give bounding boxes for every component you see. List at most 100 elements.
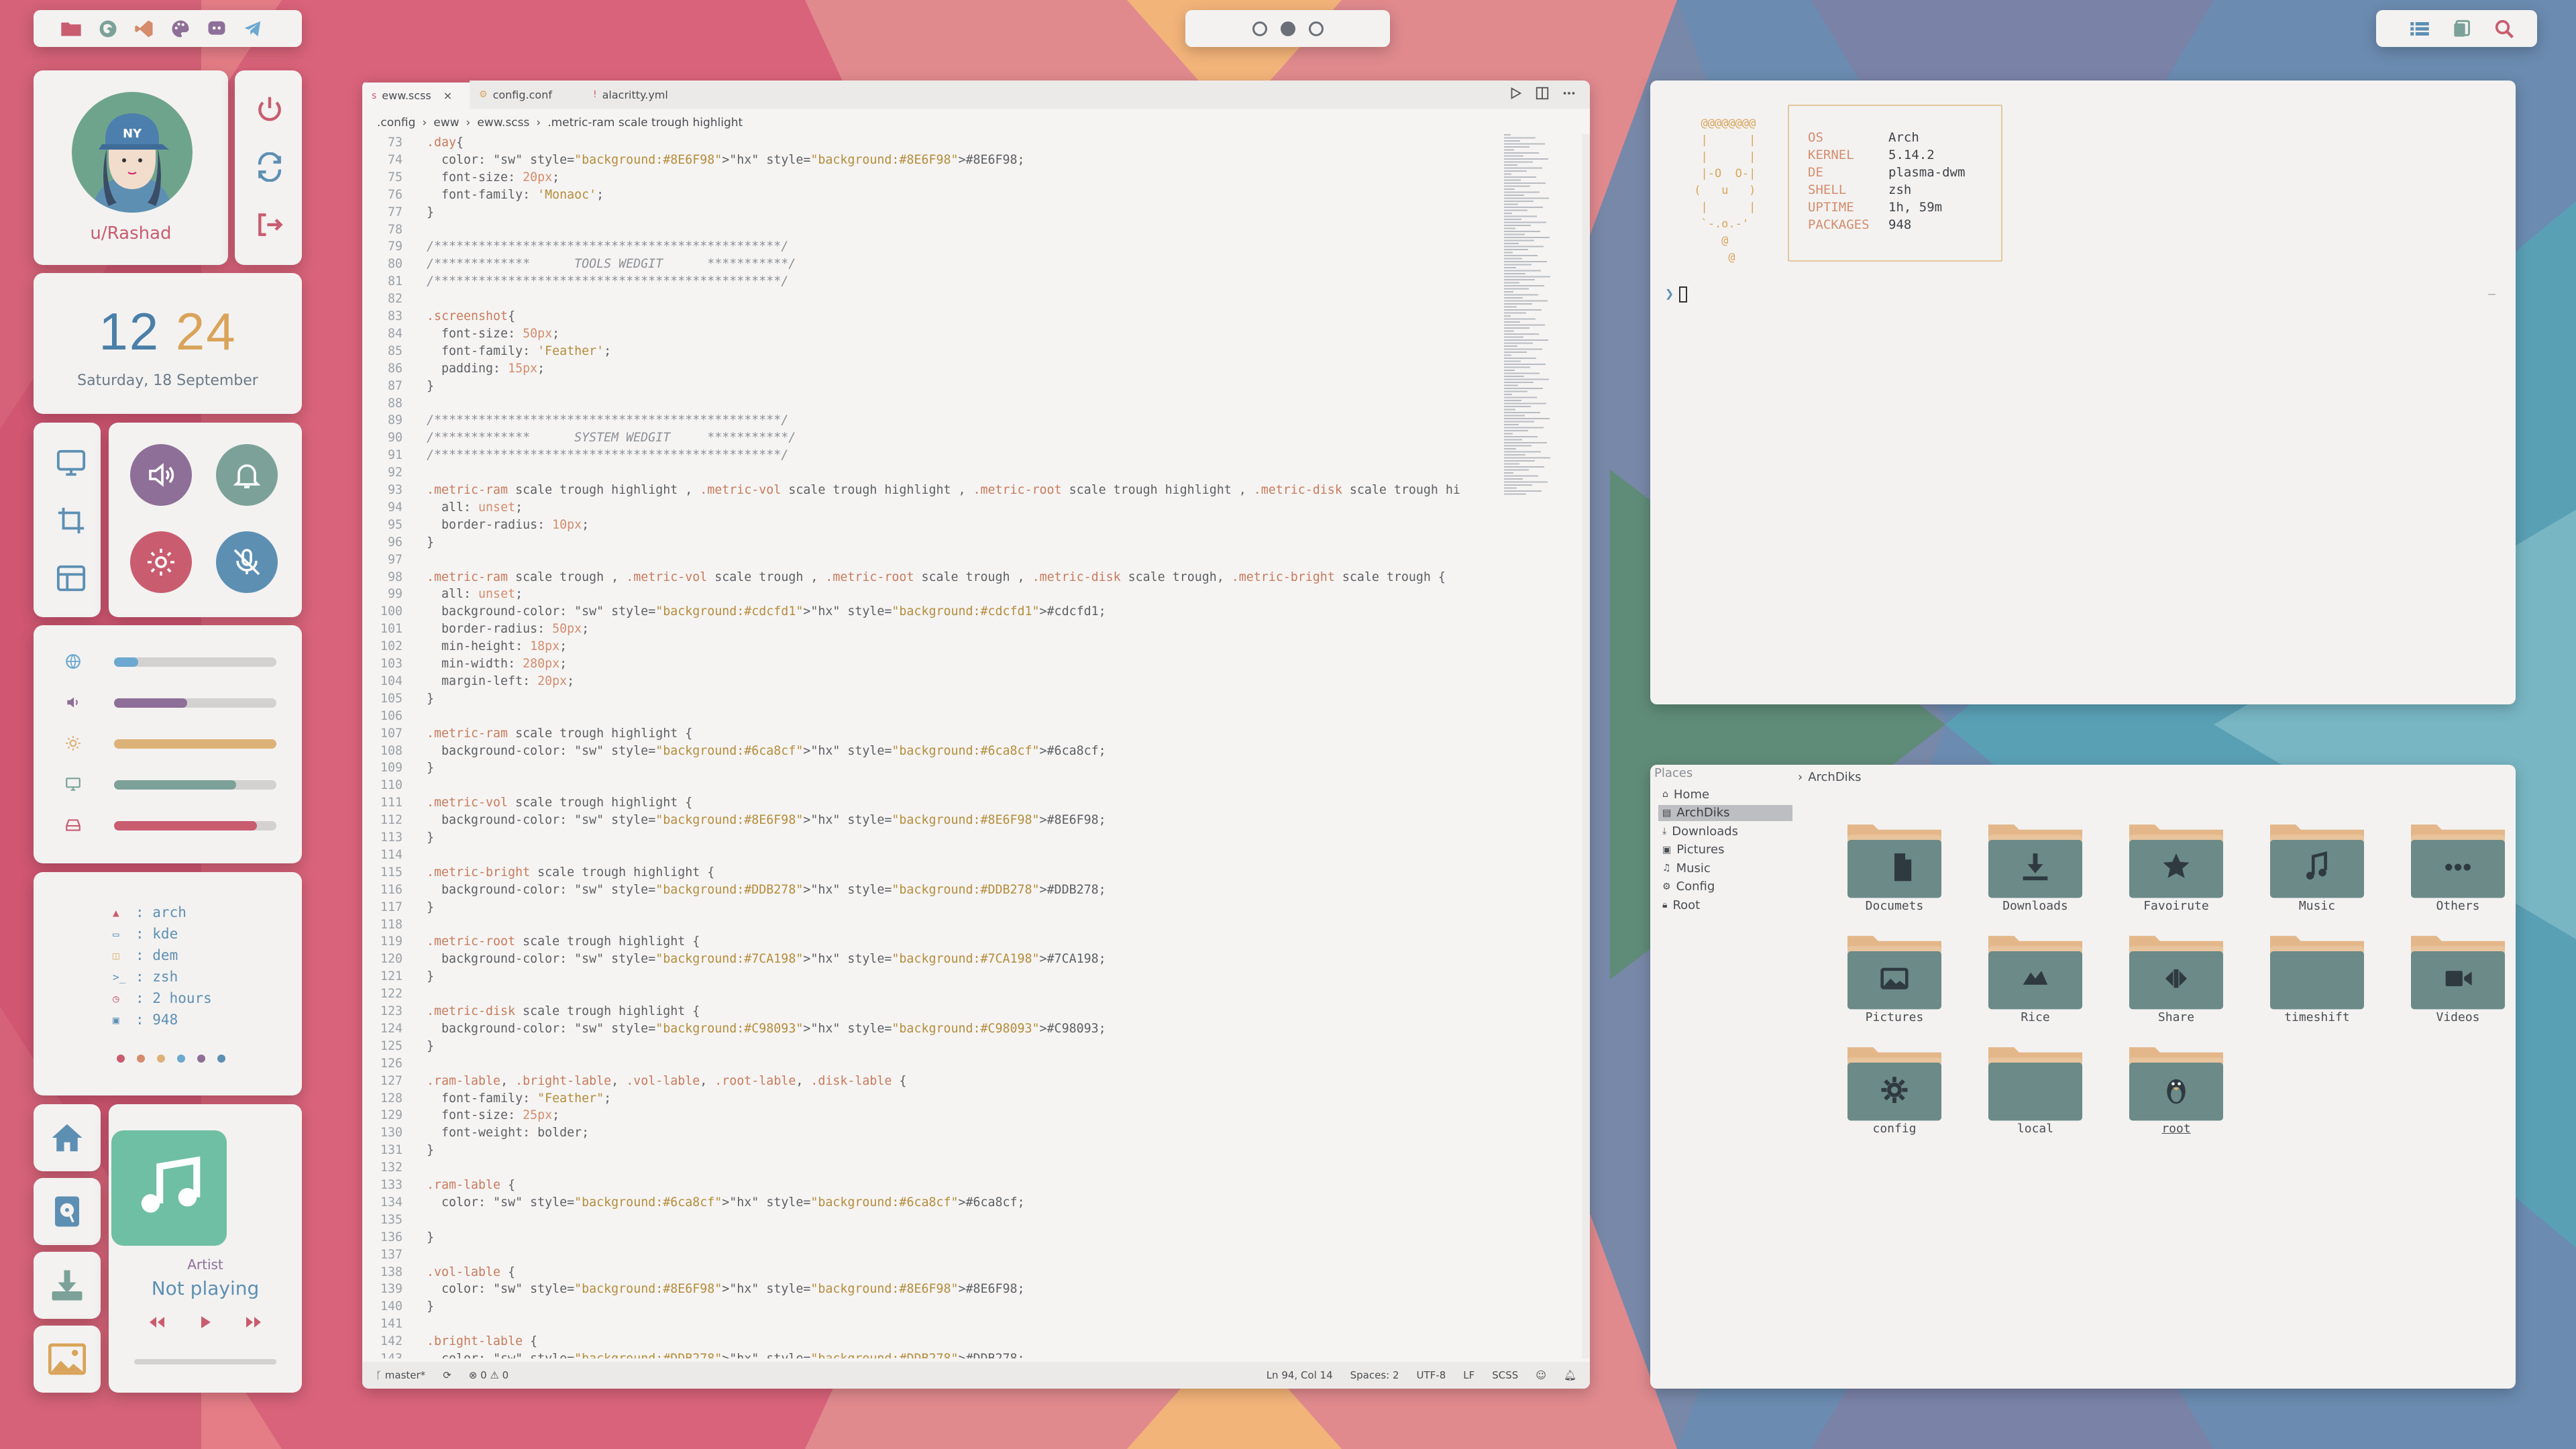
- notes-icon[interactable]: [2453, 19, 2471, 38]
- folder-others-icon[interactable]: [2411, 812, 2505, 906]
- list-icon[interactable]: [2410, 20, 2430, 38]
- workspace-dot[interactable]: [1280, 21, 1295, 36]
- logout-icon[interactable]: [250, 205, 290, 245]
- folder-timeshift-icon[interactable]: [2270, 923, 2364, 1017]
- bell-icon[interactable]: 🔔︎: [1564, 1369, 1576, 1381]
- terminal-window[interactable]: @@@@@@@@ | | | | |-O O-| ( u ) | | `-.o.…: [1650, 80, 2516, 704]
- editor-tab[interactable]: ⚙ config.conf: [470, 80, 584, 109]
- launcher-home[interactable]: [34, 1104, 101, 1171]
- feedback-icon[interactable]: ☺: [1536, 1369, 1546, 1381]
- more-icon[interactable]: [1562, 86, 1576, 101]
- sidebar-item[interactable]: 🔒︎ Root: [1658, 897, 1792, 913]
- editor-tab[interactable]: ! alacritty.yml: [584, 80, 704, 109]
- settings-button[interactable]: [130, 531, 192, 593]
- folder-root-icon[interactable]: [2129, 1034, 2223, 1128]
- mic-button[interactable]: [216, 531, 278, 593]
- folder-downloads-icon[interactable]: [1988, 812, 2082, 906]
- folder-pictures-icon[interactable]: [1847, 923, 1941, 1017]
- search-icon[interactable]: [2494, 19, 2514, 39]
- firefox-icon[interactable]: [98, 19, 118, 39]
- discord-icon[interactable]: [207, 19, 227, 39]
- minimap[interactable]: [1503, 134, 1576, 510]
- split-editor-icon[interactable]: [1535, 86, 1550, 101]
- sidebar-item[interactable]: ▤ ArchDiks: [1658, 804, 1792, 821]
- folder-label[interactable]: Videos: [2391, 1010, 2525, 1024]
- next-icon[interactable]: [244, 1316, 264, 1329]
- folder-label[interactable]: Others: [2391, 899, 2525, 913]
- editor-tab[interactable]: ꜱ eww.scss ×: [362, 80, 470, 109]
- slider-track[interactable]: [114, 698, 276, 708]
- layout-icon[interactable]: [51, 558, 91, 598]
- folder-label[interactable]: Downloads: [1968, 899, 2102, 913]
- breadcrumb-item[interactable]: .metric-ram scale trough highlight: [547, 116, 743, 129]
- slider-track[interactable]: [114, 780, 276, 790]
- breadcrumb-item[interactable]: .config: [377, 116, 415, 129]
- crop-icon[interactable]: [51, 500, 91, 541]
- sidebar-item[interactable]: ▣ Pictures: [1658, 842, 1792, 858]
- volume-button[interactable]: [130, 444, 192, 506]
- folder-label[interactable]: Pictures: [1827, 1010, 1962, 1024]
- launcher-downloads[interactable]: [34, 1252, 101, 1319]
- problems[interactable]: ⊗ 0 ⚠ 0: [469, 1369, 508, 1381]
- folder-config-icon[interactable]: [1847, 1034, 1941, 1128]
- sidebar-item[interactable]: ⚙ Config: [1658, 879, 1792, 895]
- launcher-disk[interactable]: [34, 1178, 101, 1245]
- telegram-icon[interactable]: [243, 19, 263, 39]
- palette-dot: [197, 1055, 205, 1063]
- folder-label[interactable]: Documets: [1827, 899, 1962, 913]
- indentation[interactable]: Spaces: 2: [1350, 1369, 1399, 1381]
- folder-share-icon[interactable]: [2129, 923, 2223, 1017]
- monitor-icon[interactable]: [51, 443, 91, 483]
- folder-label[interactable]: config: [1827, 1122, 1962, 1136]
- folder-icon[interactable]: [60, 19, 82, 38]
- run-icon[interactable]: [1508, 86, 1523, 101]
- folder-local-icon[interactable]: [1988, 1034, 2082, 1128]
- code-area[interactable]: 73 .day{74 color: "sw" style="background:…: [362, 134, 1496, 1358]
- folder-rice-icon[interactable]: [1988, 923, 2082, 1017]
- folder-label[interactable]: Rice: [1968, 1010, 2102, 1024]
- location-bar[interactable]: › ArchDiks: [1798, 770, 1862, 784]
- notifications-button[interactable]: [216, 444, 278, 506]
- folder-label[interactable]: Favoirute: [2109, 899, 2243, 913]
- fetch-value: 5.14.2: [1888, 148, 1935, 162]
- folder-documets-icon[interactable]: [1847, 812, 1941, 906]
- launcher-pictures[interactable]: [34, 1326, 101, 1393]
- power-icon[interactable]: [250, 89, 290, 129]
- close-icon[interactable]: ×: [443, 89, 452, 102]
- vscode-icon[interactable]: [134, 19, 154, 39]
- slider-track[interactable]: [114, 657, 276, 667]
- language-mode[interactable]: SCSS: [1492, 1369, 1518, 1381]
- end-of-line[interactable]: LF: [1463, 1369, 1474, 1381]
- refresh-icon[interactable]: [250, 147, 290, 187]
- workspace-dot[interactable]: [1252, 21, 1267, 36]
- play-icon[interactable]: [199, 1315, 212, 1330]
- folder-music-icon[interactable]: [2270, 812, 2364, 906]
- folder-label[interactable]: Share: [2109, 1010, 2243, 1024]
- workspace-dot[interactable]: [1308, 21, 1324, 36]
- scrollbar[interactable]: [1582, 134, 1590, 1358]
- prompt-line[interactable]: ❯: [1665, 286, 1688, 303]
- sidebar-item[interactable]: ⌂ Home: [1658, 786, 1792, 802]
- folder-label[interactable]: timeshift: [2250, 1010, 2384, 1024]
- breadcrumb-item[interactable]: eww.scss: [477, 116, 529, 129]
- palette-icon[interactable]: [170, 19, 191, 39]
- code-line: border-radius: 10px;: [427, 517, 590, 532]
- folder-label[interactable]: Music: [2250, 899, 2384, 913]
- slider-track[interactable]: [114, 739, 276, 749]
- sidebar-item[interactable]: ♫ Music: [1658, 860, 1792, 876]
- breadcrumb-item[interactable]: eww: [433, 116, 459, 129]
- code-line: font-size: 20px;: [427, 170, 560, 184]
- git-branch[interactable]: ᚴ master*: [376, 1369, 425, 1381]
- folder-label[interactable]: root: [2109, 1122, 2243, 1136]
- sync-icon[interactable]: ⟳: [443, 1369, 451, 1381]
- music-progress[interactable]: [134, 1359, 276, 1364]
- cursor-position[interactable]: Ln 94, Col 14: [1267, 1369, 1333, 1381]
- fetch-value: 948: [1888, 217, 1912, 232]
- folder-label[interactable]: local: [1968, 1122, 2102, 1136]
- encoding[interactable]: UTF-8: [1417, 1369, 1446, 1381]
- slider-track[interactable]: [114, 821, 276, 830]
- previous-icon[interactable]: [146, 1316, 166, 1329]
- folder-videos-icon[interactable]: [2411, 923, 2505, 1017]
- folder-favoirute-icon[interactable]: [2129, 812, 2223, 906]
- sidebar-item[interactable]: ⤓ Downloads: [1658, 823, 1792, 839]
